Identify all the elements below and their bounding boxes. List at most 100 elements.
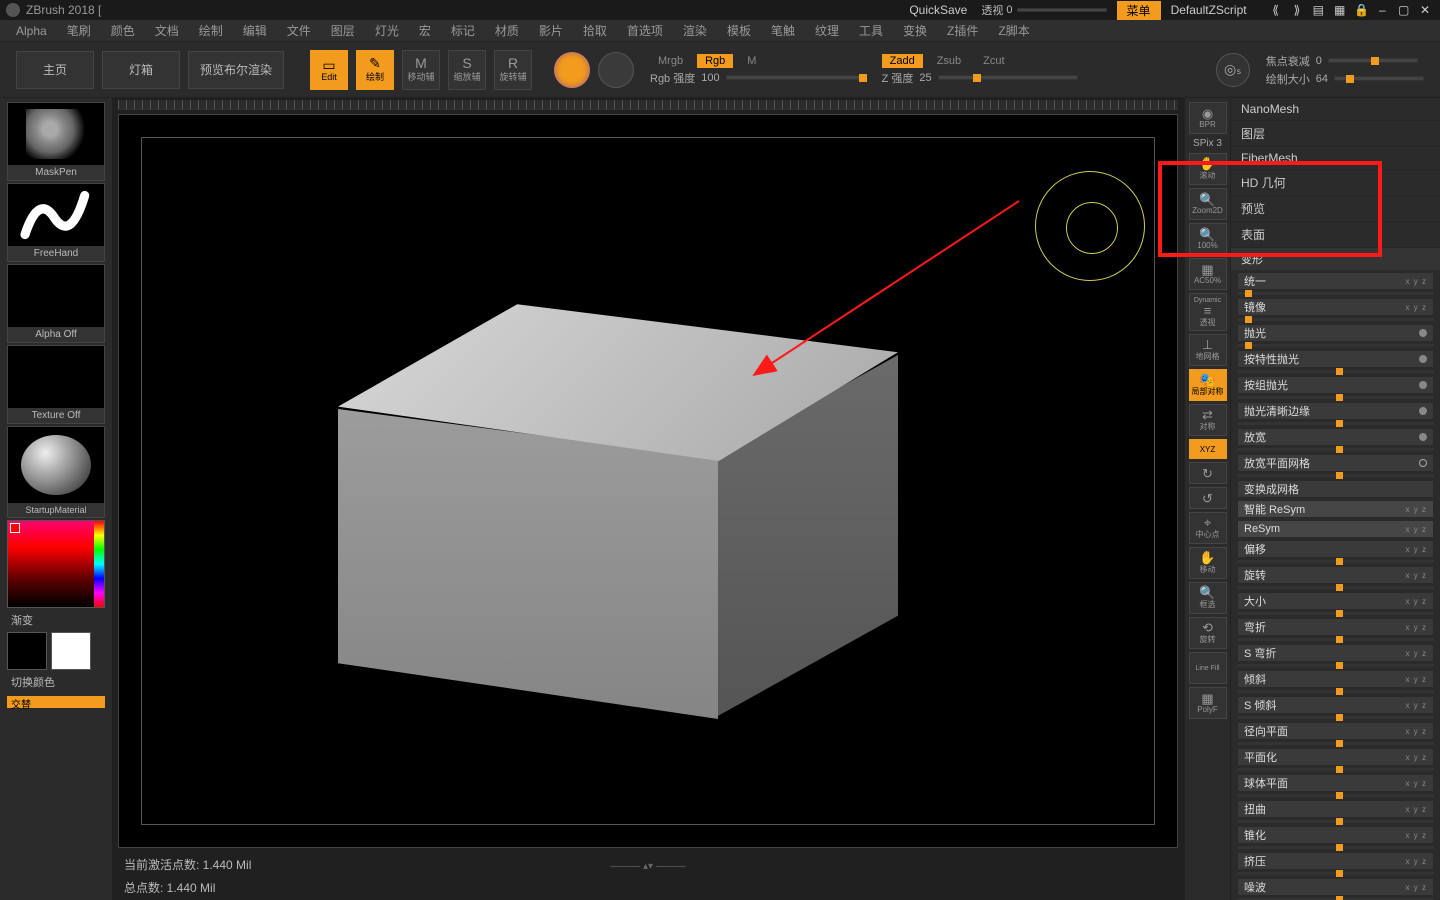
symmetry-button[interactable]: ⇄对称 bbox=[1189, 404, 1227, 436]
palette-section-FiberMesh[interactable]: FiberMesh bbox=[1231, 147, 1440, 170]
palette-section-预览[interactable]: 预览 bbox=[1231, 196, 1440, 222]
move-nav-button[interactable]: ✋移动 bbox=[1189, 547, 1227, 579]
rgb-intensity-slider[interactable] bbox=[726, 75, 866, 80]
deform-挤压[interactable]: 挤压x y z bbox=[1237, 852, 1434, 870]
polyf-button[interactable]: ▦PolyF bbox=[1189, 687, 1227, 719]
timeline-ruler[interactable] bbox=[118, 100, 1178, 110]
menu-文件[interactable]: 文件 bbox=[279, 20, 319, 41]
perspective-slider[interactable]: 透视 0 bbox=[981, 2, 1106, 18]
menu-笔刷[interactable]: 笔刷 bbox=[59, 20, 99, 41]
menu-图层[interactable]: 图层 bbox=[323, 20, 363, 41]
deform-按组抛光[interactable]: 按组抛光 bbox=[1237, 376, 1434, 394]
deform-S 弯折[interactable]: S 弯折x y z bbox=[1237, 644, 1434, 662]
menu-宏[interactable]: 宏 bbox=[411, 20, 439, 41]
menu-颜色[interactable]: 颜色 bbox=[103, 20, 143, 41]
lightbox-button[interactable]: 灯箱 bbox=[102, 51, 180, 89]
menu-材质[interactable]: 材质 bbox=[487, 20, 527, 41]
maximize-icon[interactable]: ▢ bbox=[1397, 4, 1411, 16]
edit-mode-button[interactable]: ▭Edit bbox=[310, 50, 348, 90]
menu-模板[interactable]: 模板 bbox=[719, 20, 759, 41]
menu-Z插件[interactable]: Z插件 bbox=[939, 20, 986, 41]
deform-大小[interactable]: 大小x y z bbox=[1237, 592, 1434, 610]
deform-径向平面[interactable]: 径向平面x y z bbox=[1237, 722, 1434, 740]
deform-偏移[interactable]: 偏移x y z bbox=[1237, 540, 1434, 558]
center-button[interactable]: ⌖中心点 bbox=[1189, 512, 1227, 544]
draw-mode-button[interactable]: ✎绘制 bbox=[356, 50, 394, 90]
bpr-button[interactable]: ◉BPR bbox=[1189, 102, 1227, 134]
palette-section-表面[interactable]: 表面 bbox=[1231, 222, 1440, 248]
menu-button[interactable]: 菜单 bbox=[1117, 1, 1161, 20]
frame-button[interactable]: 🔍框选 bbox=[1189, 582, 1227, 614]
deform-噪波[interactable]: 噪波x y z bbox=[1237, 878, 1434, 896]
float-panel-icon[interactable]: ▦ bbox=[1333, 4, 1347, 16]
yz-rotate-icon[interactable]: ↻ bbox=[1189, 462, 1227, 484]
mesh-cube[interactable] bbox=[338, 301, 898, 701]
deform-扭曲[interactable]: 扭曲x y z bbox=[1237, 800, 1434, 818]
alternate-button[interactable]: 交替 bbox=[7, 696, 105, 708]
zcut-toggle[interactable]: Zcut bbox=[975, 54, 1012, 68]
live-boolean-button[interactable]: 预览布尔渲染 bbox=[188, 51, 284, 89]
m-toggle[interactable]: M bbox=[739, 54, 764, 68]
dynamic-persp-button[interactable]: Dynamic≡透视 bbox=[1189, 293, 1227, 331]
close-icon[interactable]: ✕ bbox=[1418, 4, 1432, 16]
deform-放宽平面网格[interactable]: 放宽平面网格 bbox=[1237, 454, 1434, 472]
layout-prev-icon[interactable]: ⟪ bbox=[1269, 4, 1283, 16]
gradient-label[interactable]: 渐变 bbox=[7, 610, 105, 630]
menu-标记[interactable]: 标记 bbox=[443, 20, 483, 41]
xyz-button[interactable]: XYZ bbox=[1189, 439, 1227, 459]
float-menu-icon[interactable]: ▤ bbox=[1311, 4, 1325, 16]
menu-绘制[interactable]: 绘制 bbox=[191, 20, 231, 41]
aahalf-button[interactable]: ▦AC50% bbox=[1189, 258, 1227, 290]
palette-section-图层[interactable]: 图层 bbox=[1231, 121, 1440, 147]
menu-Z脚本[interactable]: Z脚本 bbox=[990, 20, 1037, 41]
deform-抛光[interactable]: 抛光 bbox=[1237, 324, 1434, 342]
menu-渲染[interactable]: 渲染 bbox=[675, 20, 715, 41]
floor-button[interactable]: ⊥地网格 bbox=[1189, 334, 1227, 366]
deform-智能 ReSym[interactable]: 智能 ReSymx y z bbox=[1237, 500, 1434, 518]
deform-平面化[interactable]: 平面化x y z bbox=[1237, 748, 1434, 766]
minimize-icon[interactable]: – bbox=[1375, 4, 1389, 16]
local-sym-button[interactable]: 🎭局部对称 bbox=[1189, 369, 1227, 401]
rgb-toggle[interactable]: Rgb bbox=[697, 54, 733, 68]
main-color-swatch[interactable] bbox=[7, 632, 47, 670]
menu-Alpha[interactable]: Alpha bbox=[8, 22, 55, 40]
sculpt-mode-icon[interactable] bbox=[554, 52, 590, 88]
zoom2d-button[interactable]: 🔍Zoom2D bbox=[1189, 188, 1227, 220]
deform-变换成网格[interactable]: 变换成网格 bbox=[1237, 480, 1434, 498]
brush-picker[interactable]: MaskPen bbox=[7, 102, 105, 181]
palette-section-NanoMesh[interactable]: NanoMesh bbox=[1231, 98, 1440, 121]
menu-工具[interactable]: 工具 bbox=[851, 20, 891, 41]
switch-color-button[interactable]: 切换颜色 bbox=[7, 672, 105, 692]
quicksave-button[interactable]: QuickSave bbox=[909, 3, 967, 17]
focal-shift-slider[interactable] bbox=[1328, 58, 1418, 63]
canvas-pager[interactable]: ——— ▴▾ ——— bbox=[610, 861, 686, 872]
paint-mode-icon[interactable] bbox=[598, 52, 634, 88]
mrgb-toggle[interactable]: Mrgb bbox=[650, 54, 691, 68]
linefill-button[interactable]: Line Fill bbox=[1189, 652, 1227, 684]
zadd-toggle[interactable]: Zadd bbox=[882, 54, 923, 68]
deform-放宽[interactable]: 放宽 bbox=[1237, 428, 1434, 446]
deform-ReSym[interactable]: ReSymx y z bbox=[1237, 520, 1434, 538]
xz-rotate-icon[interactable]: ↺ bbox=[1189, 487, 1227, 509]
menu-灯光[interactable]: 灯光 bbox=[367, 20, 407, 41]
zsub-toggle[interactable]: Zsub bbox=[929, 54, 969, 68]
deform-抛光清晰边缘[interactable]: 抛光清晰边缘 bbox=[1237, 402, 1434, 420]
home-button[interactable]: 主页 bbox=[16, 51, 94, 89]
material-picker[interactable]: StartupMaterial bbox=[7, 426, 105, 518]
viewport[interactable] bbox=[118, 114, 1178, 848]
menu-纹理[interactable]: 纹理 bbox=[807, 20, 847, 41]
menu-拾取[interactable]: 拾取 bbox=[575, 20, 615, 41]
menu-影片[interactable]: 影片 bbox=[531, 20, 571, 41]
palette-section-变形[interactable]: 变形 bbox=[1231, 248, 1440, 270]
deform-S 倾斜[interactable]: S 倾斜x y z bbox=[1237, 696, 1434, 714]
spix-label[interactable]: SPix 3 bbox=[1193, 137, 1222, 150]
secondary-color-swatch[interactable] bbox=[51, 632, 91, 670]
layout-next-icon[interactable]: ⟫ bbox=[1290, 4, 1304, 16]
menu-变换[interactable]: 变换 bbox=[895, 20, 935, 41]
deform-按特性抛光[interactable]: 按特性抛光 bbox=[1237, 350, 1434, 368]
deform-旋转[interactable]: 旋转x y z bbox=[1237, 566, 1434, 584]
menu-编辑[interactable]: 编辑 bbox=[235, 20, 275, 41]
deform-统一[interactable]: 统一x y z bbox=[1237, 272, 1434, 290]
actual-size-button[interactable]: 🔍100% bbox=[1189, 223, 1227, 255]
scroll-button[interactable]: ✋滚动 bbox=[1189, 153, 1227, 185]
